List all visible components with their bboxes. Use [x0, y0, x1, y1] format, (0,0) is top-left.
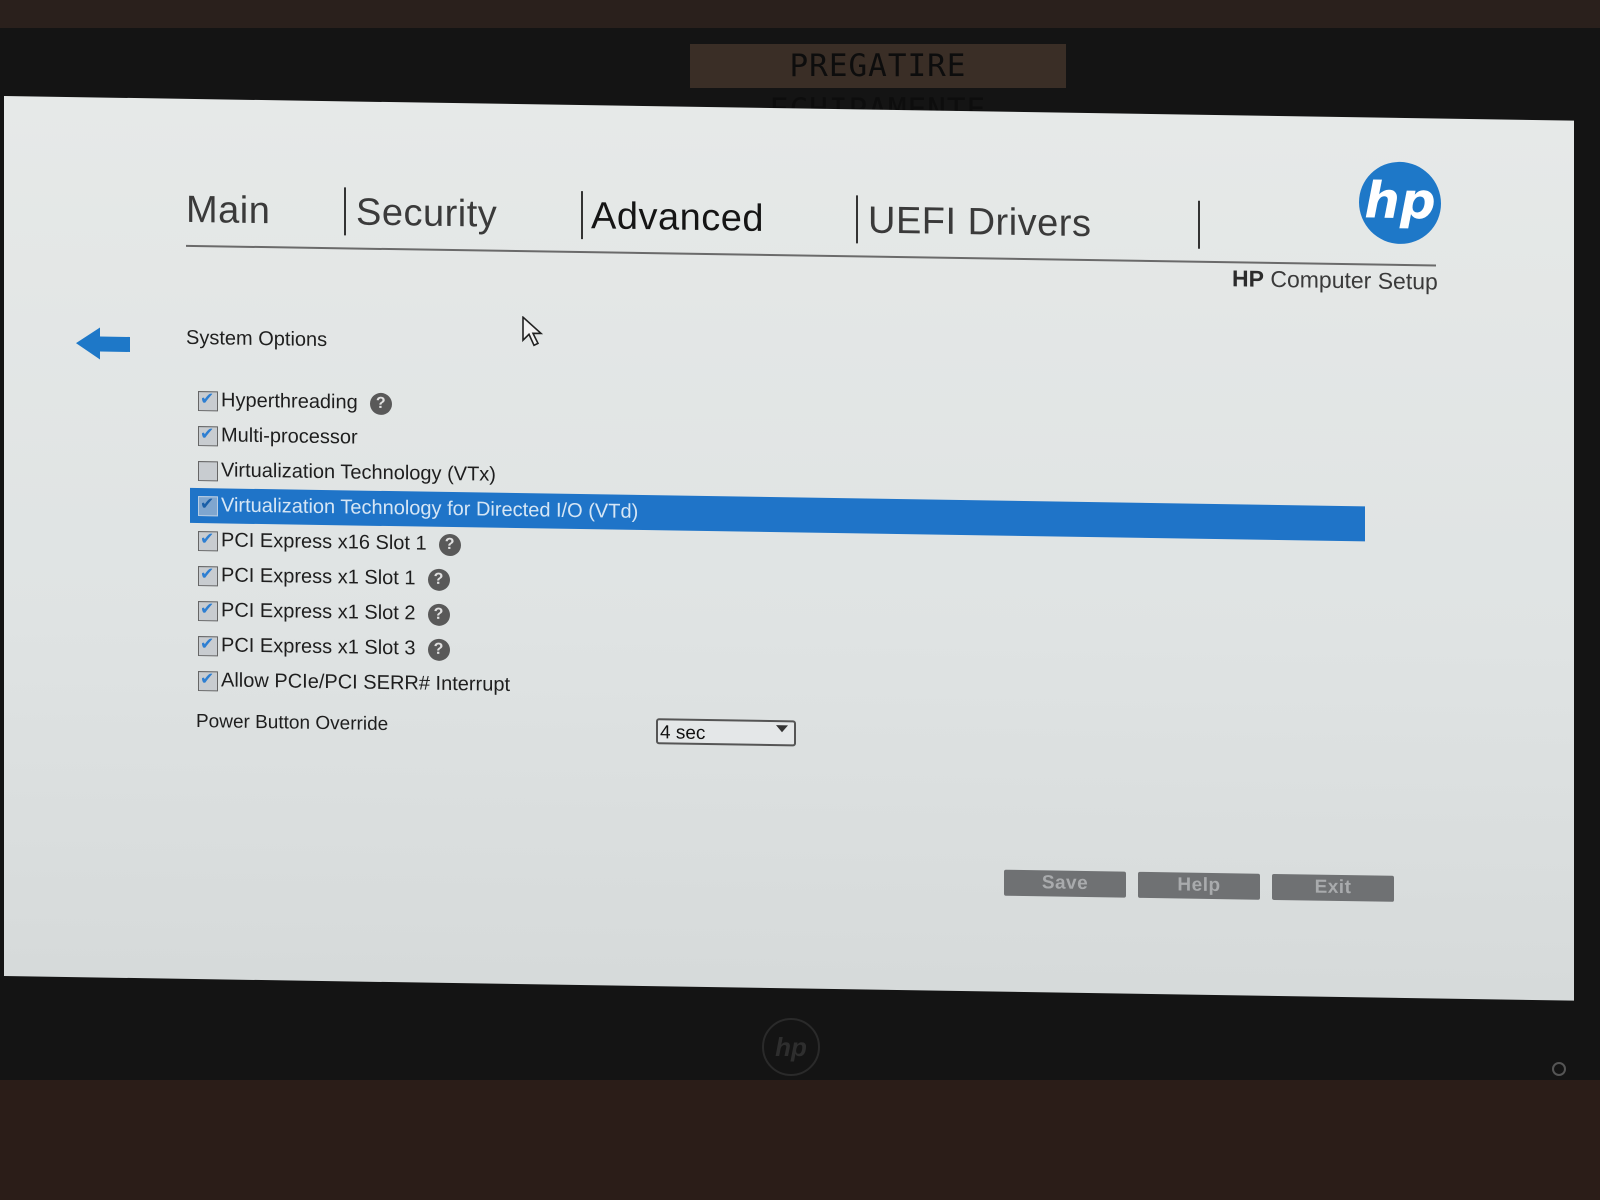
option-label: PCI Express x1 Slot 2 [221, 599, 416, 625]
checkbox[interactable] [198, 390, 218, 411]
option-label: Allow PCIe/PCI SERR# Interrupt [221, 669, 510, 696]
tab-advanced[interactable]: Advanced [591, 195, 764, 241]
tab-separator [1198, 200, 1200, 249]
checkbox[interactable] [198, 600, 218, 621]
checkbox[interactable] [198, 635, 218, 656]
help-button[interactable]: Help [1138, 871, 1260, 900]
help-icon[interactable]: ? [427, 638, 450, 661]
checkbox[interactable] [198, 425, 218, 446]
setup-title: HP Computer Setup [1232, 265, 1438, 295]
power-icon[interactable] [1552, 1062, 1566, 1076]
power-button-override-label: Power Button Override [196, 711, 389, 736]
power-button-override-select[interactable]: 4 sec [656, 718, 796, 747]
system-options-list: Hyperthreading ? Multi-processor Virtual… [190, 383, 1365, 716]
option-label: Virtualization Technology (VTx) [221, 459, 496, 486]
exit-button[interactable]: Exit [1272, 873, 1394, 902]
option-label: Multi-processor [221, 424, 358, 449]
tab-separator [581, 191, 583, 240]
tab-main[interactable]: Main [186, 189, 270, 233]
checkbox[interactable] [198, 495, 218, 516]
mouse-cursor-icon [522, 316, 544, 347]
option-label: PCI Express x1 Slot 3 [221, 634, 416, 660]
help-icon[interactable]: ? [427, 603, 450, 626]
save-button[interactable]: Save [1004, 869, 1126, 898]
checkbox[interactable] [198, 565, 218, 586]
setup-title-text: Computer Setup [1270, 265, 1438, 295]
tab-separator [344, 187, 346, 236]
help-icon[interactable]: ? [369, 392, 392, 415]
tab-bar: Main Security Advanced UEFI Drivers [186, 184, 1436, 267]
option-label: Hyperthreading [221, 389, 358, 414]
bios-screen: Main Security Advanced UEFI Drivers hp H… [4, 96, 1574, 1001]
option-label: Virtualization Technology for Directed I… [221, 494, 639, 523]
help-icon[interactable]: ? [438, 533, 461, 556]
tab-security[interactable]: Security [356, 192, 497, 237]
tab-separator [856, 195, 858, 244]
hp-logo: hp [1359, 161, 1441, 245]
arrow-left-icon[interactable] [76, 325, 132, 362]
bezel-label: PREGATIRE ECHIPAMENTE [690, 44, 1066, 128]
help-icon[interactable]: ? [427, 568, 450, 591]
checkbox[interactable] [198, 670, 218, 691]
option-label: PCI Express x1 Slot 1 [221, 564, 416, 590]
desk-background [0, 1080, 1600, 1200]
monitor-hp-logo: hp [762, 1018, 820, 1076]
checkbox[interactable] [198, 530, 218, 551]
checkbox[interactable] [198, 460, 218, 481]
tab-uefi-drivers[interactable]: UEFI Drivers [868, 200, 1091, 247]
setup-brand: HP [1232, 265, 1264, 292]
option-label: PCI Express x16 Slot 1 [221, 529, 427, 555]
select-value: 4 sec [660, 722, 706, 745]
section-title: System Options [186, 326, 328, 352]
chevron-down-icon [776, 725, 788, 733]
